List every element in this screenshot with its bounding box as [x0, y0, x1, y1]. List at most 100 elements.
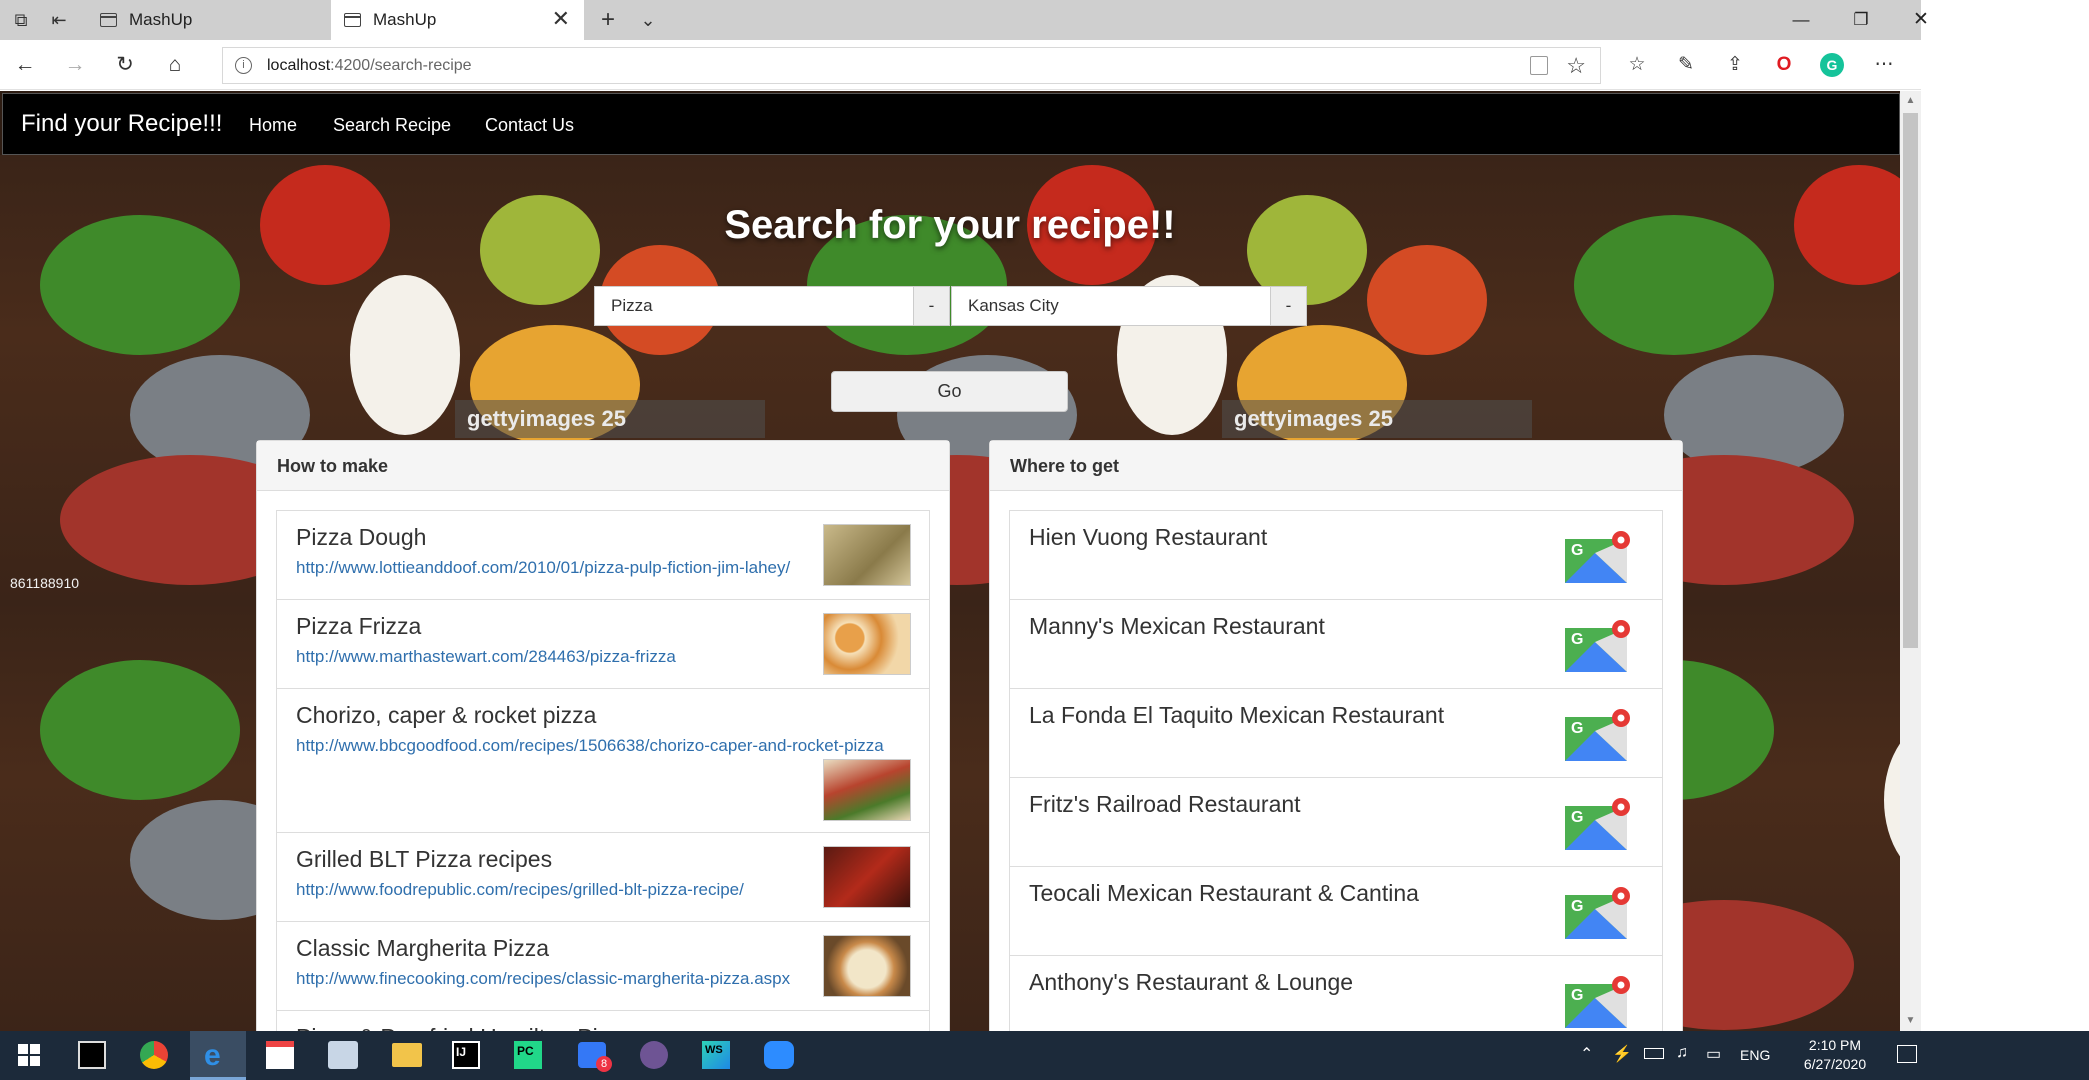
recipe-item[interactable]: Grilled BLT Pizza recipes http://www.foo…: [276, 832, 930, 922]
nav-link-search-recipe[interactable]: Search Recipe: [333, 115, 451, 136]
restaurant-list: Hien Vuong Restaurant G Manny's Mexican …: [1009, 510, 1663, 1045]
recipe-title: Chorizo, caper & rocket pizza: [296, 702, 597, 728]
home-icon[interactable]: ⌂: [162, 52, 188, 78]
address-bar[interactable]: i localhost:4200/search-recipe ☆: [222, 47, 1601, 84]
recipe-input-addon: -: [913, 286, 950, 326]
go-button[interactable]: Go: [831, 371, 1068, 412]
location-search-input[interactable]: Kansas City: [951, 286, 1271, 326]
favorites-list-icon[interactable]: ☆: [1623, 51, 1651, 79]
notifications-icon[interactable]: [1897, 1045, 1917, 1063]
forward-icon[interactable]: →: [62, 52, 88, 78]
network-status-icon[interactable]: ⚡: [1612, 1044, 1632, 1064]
info-icon[interactable]: i: [235, 57, 252, 74]
restaurant-name: Manny's Mexican Restaurant: [1029, 613, 1325, 639]
tab-mashup-inactive[interactable]: MashUp: [87, 0, 327, 40]
recipe-search-input[interactable]: Pizza: [594, 286, 914, 326]
panel-heading: How to make: [257, 441, 949, 491]
clock[interactable]: 2:10 PM 6/27/2020: [1790, 1037, 1880, 1072]
recipe-link[interactable]: http://www.finecooking.com/recipes/class…: [296, 969, 790, 989]
webstorm-app-icon[interactable]: WS: [702, 1041, 730, 1069]
share-icon[interactable]: ⇪: [1721, 51, 1749, 79]
favorite-star-icon[interactable]: ☆: [1566, 53, 1586, 79]
terminal-app-icon[interactable]: [78, 1041, 106, 1069]
svg-text:G: G: [1571, 898, 1583, 915]
store-app-icon[interactable]: [266, 1041, 294, 1069]
recipe-thumbnail: [823, 524, 911, 586]
network-app-icon[interactable]: [328, 1041, 358, 1069]
url-text: localhost:4200/search-recipe: [267, 57, 472, 75]
reading-view-icon[interactable]: [1530, 56, 1548, 75]
new-tab-icon[interactable]: +: [597, 8, 619, 32]
scroll-down-icon[interactable]: ▼: [1900, 1011, 1921, 1031]
page-scrollbar[interactable]: ▲ ▼: [1900, 91, 1921, 1031]
recipe-link[interactable]: http://www.marthastewart.com/284463/pizz…: [296, 647, 676, 667]
recipe-item[interactable]: Chorizo, caper & rocket pizza http://www…: [276, 688, 930, 833]
how-to-make-panel: How to make Pizza Dough http://www.lotti…: [256, 440, 950, 1070]
restaurant-name: Anthony's Restaurant & Lounge: [1029, 969, 1354, 995]
site-navbar: Find your Recipe!!! Home Search Recipe C…: [2, 93, 1900, 155]
tab-label: MashUp: [129, 10, 193, 29]
svg-text:G: G: [1571, 720, 1583, 737]
minimize-icon[interactable]: —: [1786, 6, 1816, 34]
google-maps-icon[interactable]: G: [1565, 620, 1632, 672]
opera-extension-icon[interactable]: O: [1770, 51, 1798, 79]
recipe-title: Classic Margherita Pizza: [296, 935, 550, 961]
intellij-app-icon[interactable]: IJ: [452, 1041, 480, 1069]
scrollbar-thumb[interactable]: [1903, 113, 1918, 648]
tab-mashup-active[interactable]: MashUp ✕: [331, 0, 584, 40]
url-host: localhost: [267, 57, 331, 74]
zoom-app-icon[interactable]: [764, 1041, 794, 1069]
restaurant-item[interactable]: Teocali Mexican Restaurant & Cantina G: [1009, 866, 1663, 956]
recipe-list: Pizza Dough http://www.lottieanddoof.com…: [276, 510, 930, 1070]
recipe-link[interactable]: http://www.foodrepublic.com/recipes/gril…: [296, 880, 744, 900]
close-tab-icon[interactable]: ✕: [552, 8, 570, 30]
edge-app-icon-active[interactable]: e: [190, 1031, 246, 1080]
language-indicator[interactable]: ENG: [1740, 1047, 1770, 1063]
scroll-up-icon[interactable]: ▲: [1900, 91, 1921, 111]
getty-watermark: gettyimages 25: [455, 400, 765, 438]
google-maps-icon[interactable]: G: [1565, 709, 1632, 761]
pycharm-app-icon[interactable]: PC: [514, 1041, 542, 1069]
volume-icon[interactable]: ♫: [1676, 1044, 1688, 1062]
pen-icon[interactable]: ✎: [1672, 51, 1700, 79]
set-aside-tabs-icon[interactable]: ⇤: [48, 9, 70, 31]
tray-chevron-up-icon[interactable]: ⌃: [1580, 1044, 1593, 1064]
display-icon[interactable]: ▭: [1706, 1044, 1721, 1064]
chevron-down-icon[interactable]: ⌄: [637, 9, 659, 31]
url-path: :4200/search-recipe: [330, 57, 472, 74]
recipe-item[interactable]: Pizza Dough http://www.lottieanddoof.com…: [276, 510, 930, 600]
svg-text:G: G: [1571, 542, 1583, 559]
tab-actions-icon[interactable]: ⧉: [10, 9, 32, 31]
mail-badge: 8: [596, 1056, 612, 1072]
nav-link-contact-us[interactable]: Contact Us: [485, 115, 574, 136]
svg-text:G: G: [1571, 631, 1583, 648]
recipe-thumbnail: [823, 759, 911, 821]
site-brand[interactable]: Find your Recipe!!!: [21, 110, 222, 138]
close-window-icon[interactable]: ✕: [1906, 6, 1936, 34]
file-explorer-icon[interactable]: [392, 1043, 422, 1067]
refresh-icon[interactable]: ↻: [112, 52, 138, 78]
chrome-app-icon[interactable]: [140, 1041, 168, 1069]
battery-icon[interactable]: [1644, 1048, 1664, 1059]
google-maps-icon[interactable]: G: [1565, 976, 1632, 1028]
restaurant-item[interactable]: Fritz's Railroad Restaurant G: [1009, 777, 1663, 867]
google-maps-icon[interactable]: G: [1565, 887, 1632, 939]
restaurant-item[interactable]: Hien Vuong Restaurant G: [1009, 510, 1663, 600]
google-maps-icon[interactable]: G: [1565, 798, 1632, 850]
grammarly-icon[interactable]: G: [1820, 53, 1844, 77]
recipe-link[interactable]: http://www.lottieanddoof.com/2010/01/piz…: [296, 558, 790, 578]
restaurant-item[interactable]: Manny's Mexican Restaurant G: [1009, 599, 1663, 689]
restore-icon[interactable]: ❐: [1846, 6, 1876, 34]
github-app-icon[interactable]: [640, 1041, 668, 1069]
back-icon[interactable]: ←: [12, 52, 38, 78]
google-maps-icon[interactable]: G: [1565, 531, 1632, 583]
recipe-item[interactable]: Classic Margherita Pizza http://www.fine…: [276, 921, 930, 1011]
restaurant-name: Teocali Mexican Restaurant & Cantina: [1029, 880, 1419, 906]
windows-start-icon[interactable]: [18, 1044, 40, 1066]
recipe-link[interactable]: http://www.bbcgoodfood.com/recipes/15066…: [296, 736, 884, 756]
recipe-item[interactable]: Pizza Frizza http://www.marthastewart.co…: [276, 599, 930, 689]
more-icon[interactable]: ⋯: [1870, 51, 1898, 79]
nav-link-home[interactable]: Home: [249, 115, 297, 136]
mail-app-icon[interactable]: 8: [578, 1042, 612, 1072]
restaurant-item[interactable]: La Fonda El Taquito Mexican Restaurant G: [1009, 688, 1663, 778]
